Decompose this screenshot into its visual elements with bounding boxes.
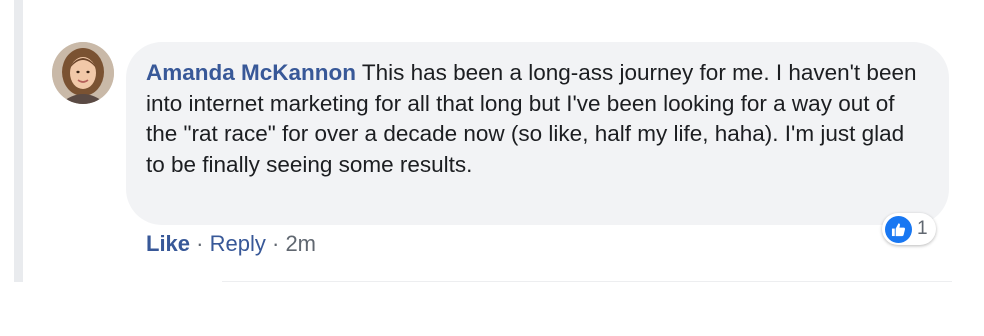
reply-button[interactable]: Reply	[210, 231, 266, 256]
thumbs-up-icon	[885, 215, 912, 243]
avatar[interactable]	[52, 42, 114, 104]
comment-timestamp[interactable]: 2m	[285, 231, 316, 256]
reaction-count: 1	[917, 218, 928, 239]
like-button[interactable]: Like	[146, 231, 190, 256]
avatar-photo-icon	[52, 42, 114, 104]
reaction-badge[interactable]: 1	[882, 213, 936, 245]
comment-bubble: Amanda McKannon This has been a long-ass…	[126, 42, 949, 225]
comment-author[interactable]: Amanda McKannon	[146, 60, 356, 85]
divider	[222, 281, 952, 282]
action-separator: ·	[196, 231, 204, 256]
action-separator: ·	[271, 231, 280, 256]
thread-line	[14, 0, 23, 282]
comment-actions: Like · Reply · 2m	[146, 231, 316, 257]
